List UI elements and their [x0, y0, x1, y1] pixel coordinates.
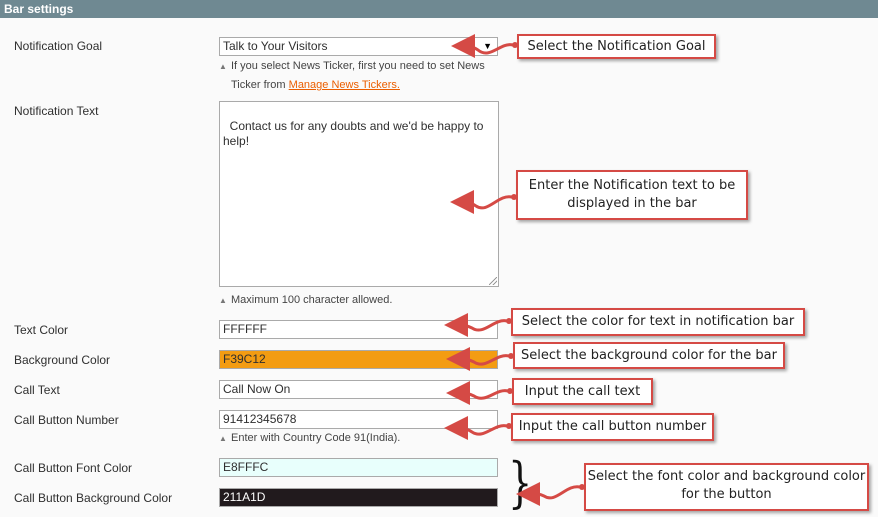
- background-color-input[interactable]: F39C12: [219, 350, 498, 369]
- call-text-value: Call Now On: [223, 382, 291, 396]
- call-button-background-color-label: Call Button Background Color: [14, 491, 173, 505]
- call-button-number-note: ▲ Enter with Country Code 91(India).: [219, 429, 400, 448]
- text-color-label: Text Color: [14, 323, 69, 337]
- callout-button-colors: Select the font color and background col…: [584, 463, 869, 511]
- callout-call-text-text: Input the call text: [524, 384, 641, 399]
- callout-goal-text: Select the Notification Goal: [527, 39, 706, 54]
- triangle-up-icon: ▲: [219, 296, 227, 305]
- call-text-label: Call Text: [14, 383, 60, 397]
- callout-text-text: Enter the Notification text to be displa…: [528, 178, 736, 211]
- callout-bg-color-text: Select the background color for the bar: [521, 348, 777, 363]
- note-text-2: Ticker from: [231, 79, 286, 91]
- notification-text-value: Contact us for any doubts and we'd be ha…: [223, 119, 484, 148]
- notification-goal-select[interactable]: Talk to Your Visitors ▼: [219, 37, 498, 56]
- notification-goal-label: Notification Goal: [14, 39, 103, 53]
- call-button-number-input[interactable]: 91412345678: [219, 410, 498, 429]
- notification-text-note: ▲ Maximum 100 character allowed.: [219, 291, 392, 310]
- callout-call-number: Input the call button number: [511, 413, 714, 441]
- triangle-up-icon: ▲: [219, 62, 227, 71]
- note-text: Enter with Country Code 91(India).: [231, 432, 401, 444]
- background-color-value: F39C12: [223, 352, 266, 366]
- triangle-up-icon: ▲: [219, 434, 227, 443]
- call-button-background-color-value: 211A1D: [223, 490, 266, 504]
- right-brace: }: [508, 451, 533, 514]
- callout-call-text: Input the call text: [512, 378, 653, 405]
- text-color-input[interactable]: FFFFFF: [219, 320, 498, 339]
- call-text-input[interactable]: Call Now On: [219, 380, 498, 399]
- notification-goal-value: Talk to Your Visitors: [223, 39, 328, 53]
- note-text: Maximum 100 character allowed.: [231, 294, 393, 306]
- text-color-value: FFFFFF: [223, 322, 267, 336]
- call-button-font-color-value: E8FFFC: [223, 460, 269, 474]
- notification-text-area[interactable]: Contact us for any doubts and we'd be ha…: [219, 101, 499, 287]
- call-button-font-color-label: Call Button Font Color: [14, 461, 133, 475]
- notification-text-label: Notification Text: [14, 104, 99, 118]
- callout-text-color-text: Select the color for text in notificatio…: [521, 314, 795, 329]
- callout-goal: Select the Notification Goal: [517, 34, 716, 59]
- resize-grip-icon[interactable]: [489, 277, 497, 285]
- callout-notification-text: Enter the Notification text to be displa…: [516, 170, 748, 220]
- call-button-font-color-input[interactable]: E8FFFC: [219, 458, 498, 477]
- call-button-background-color-input[interactable]: 211A1D: [219, 488, 498, 507]
- callout-text-color: Select the color for text in notificatio…: [511, 308, 805, 336]
- call-button-number-label: Call Button Number: [14, 413, 119, 427]
- note-text: If you select News Ticker, first you nee…: [231, 60, 485, 72]
- manage-news-tickers-link[interactable]: Manage News Tickers.: [289, 79, 400, 91]
- notification-goal-note: ▲ If you select News Ticker, first you ne…: [219, 57, 485, 94]
- arrow-button-colors: [516, 481, 581, 506]
- callout-button-colors-text: Select the font color and background col…: [587, 469, 866, 502]
- callout-background-color: Select the background color for the bar: [513, 342, 785, 369]
- section-title: Bar settings: [4, 2, 74, 16]
- call-button-number-value: 91412345678: [223, 412, 297, 426]
- background-color-label: Background Color: [14, 353, 111, 367]
- chevron-down-icon: ▼: [483, 41, 492, 51]
- section-header[interactable]: Bar settings: [0, 0, 878, 18]
- callout-call-number-text: Input the call button number: [518, 419, 707, 434]
